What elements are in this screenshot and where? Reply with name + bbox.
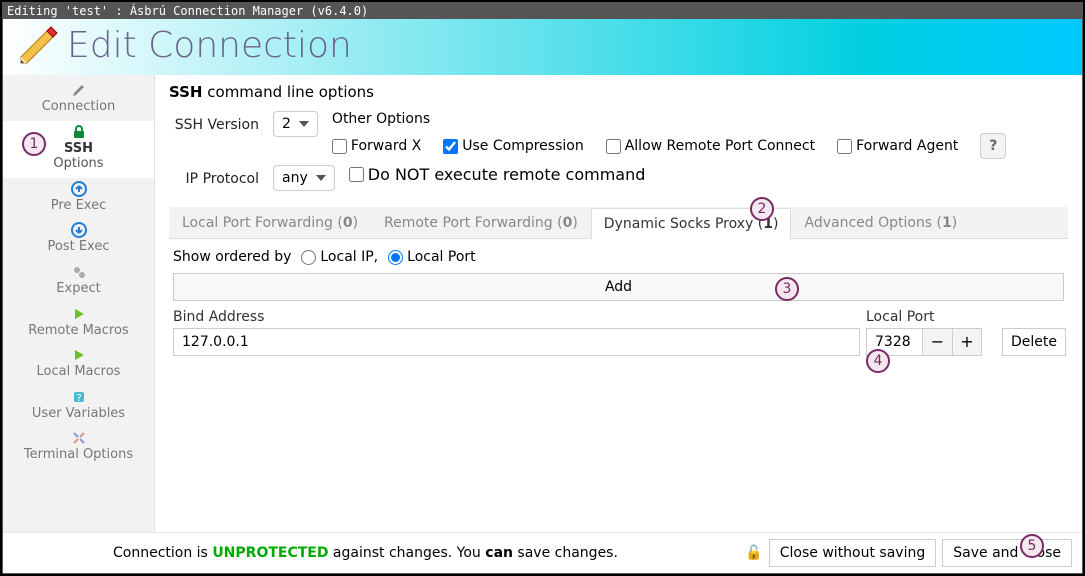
use-compression-checkbox[interactable]: Use Compression (443, 138, 583, 154)
tab-local-pf[interactable]: Local Port Forwarding (0) (169, 207, 371, 238)
order-local-port-radio[interactable]: Local Port (388, 249, 476, 265)
sidebar-item-connection[interactable]: Connection (3, 79, 154, 121)
section-title: SSH command line options (169, 83, 1068, 101)
add-button[interactable]: Add (173, 273, 1064, 301)
no-remote-cmd-checkbox[interactable]: Do NOT execute remote command (349, 165, 646, 184)
svg-text:?: ? (76, 393, 81, 404)
window-title: Editing 'test' : Ásbrú Connection Manage… (3, 3, 1082, 19)
delete-button[interactable]: Delete (1002, 328, 1066, 356)
badge-3: 3 (775, 277, 799, 301)
port-increment-button[interactable]: + (952, 328, 982, 356)
question-icon: ? (71, 389, 87, 405)
help-button[interactable]: ? (980, 133, 1006, 159)
tabbar: Local Port Forwarding (0) Remote Port Fo… (169, 207, 1068, 239)
forward-x-checkbox[interactable]: Forward X (332, 138, 421, 154)
badge-1: 1 (22, 132, 46, 156)
ssh-version-select[interactable]: 2 (273, 111, 318, 137)
ssh-version-label: SSH Version (169, 111, 259, 133)
play-icon (71, 347, 87, 363)
save-and-close-button[interactable]: Save and Close (942, 539, 1072, 567)
sidebar-item-post-exec[interactable]: Post Exec (3, 219, 154, 261)
main-panel: SSH command line options SSH Version 2 O… (155, 75, 1082, 532)
order-local-ip-radio[interactable]: Local IP, (301, 249, 378, 265)
sidebar-item-terminal-options[interactable]: Terminal Options (3, 427, 154, 469)
badge-2: 2 (750, 197, 774, 221)
header: Edit Connection (3, 19, 1082, 75)
badge-5: 5 (1020, 534, 1044, 558)
port-decrement-button[interactable]: − (922, 328, 952, 356)
footer-status: Connection is UNPROTECTED against change… (113, 545, 618, 561)
gears-icon (71, 264, 87, 280)
tab-remote-pf[interactable]: Remote Port Forwarding (0) (371, 207, 591, 238)
order-label: Show ordered by (173, 249, 291, 265)
ip-protocol-label: IP Protocol (169, 165, 259, 187)
dynamic-socks-panel: Show ordered by Local IP, Local Port Add… (169, 239, 1068, 528)
sidebar-item-local-macros[interactable]: Local Macros (3, 344, 154, 386)
sidebar-item-remote-macros[interactable]: Remote Macros (3, 303, 154, 345)
bind-address-input[interactable] (173, 328, 860, 356)
pencil-icon (13, 23, 61, 71)
tab-advanced[interactable]: Advanced Options (1) (791, 207, 970, 238)
badge-4: 4 (866, 349, 890, 373)
col-port-header: Local Port (866, 309, 996, 325)
sidebar-item-user-variables[interactable]: ? User Variables (3, 386, 154, 428)
footer: Connection is UNPROTECTED against change… (3, 532, 1082, 573)
allow-remote-port-checkbox[interactable]: Allow Remote Port Connect (606, 138, 815, 154)
close-without-saving-button[interactable]: Close without saving (769, 539, 936, 567)
arrow-down-circle-icon (71, 222, 87, 238)
sidebar-item-expect[interactable]: Expect (3, 261, 154, 303)
play-icon (71, 306, 87, 322)
sidebar-item-pre-exec[interactable]: Pre Exec (3, 178, 154, 220)
other-options-label: Other Options (332, 111, 1068, 127)
arrow-up-circle-icon (71, 181, 87, 197)
lock-icon (71, 124, 87, 140)
forward-agent-checkbox[interactable]: Forward Agent (837, 138, 958, 154)
pencil-small-icon (71, 82, 87, 98)
ip-protocol-select[interactable]: any (273, 165, 335, 191)
unlock-icon[interactable]: 🔓 (745, 545, 762, 561)
page-title: Edit Connection (67, 25, 352, 66)
col-bind-header: Bind Address (173, 309, 860, 325)
tools-icon (71, 430, 87, 446)
